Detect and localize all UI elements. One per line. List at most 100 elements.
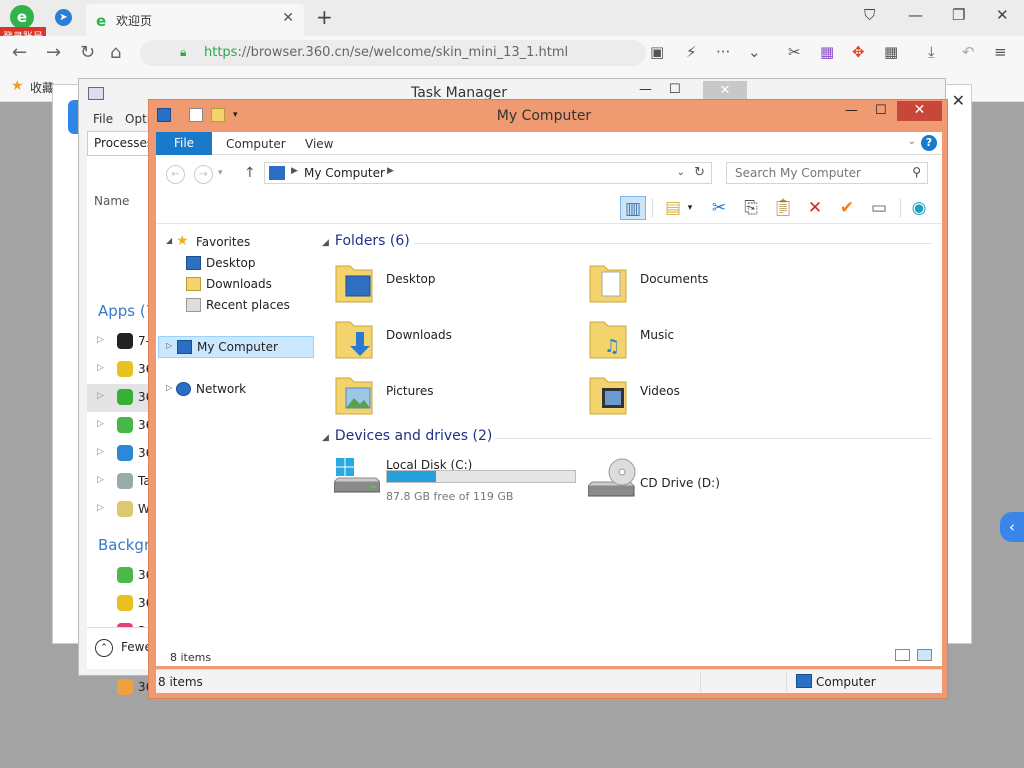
more-icon[interactable]: ··· xyxy=(716,43,730,61)
process-row[interactable]: ▷ 36 xyxy=(87,412,157,440)
folder-item[interactable]: Downloads xyxy=(334,314,574,364)
drive-c-usage-bar xyxy=(386,470,576,483)
process-row[interactable]: 36 xyxy=(87,562,157,590)
tm-minimize-icon[interactable]: — xyxy=(639,82,652,97)
expand-icon[interactable]: ▷ xyxy=(166,341,172,350)
breadcrumb[interactable]: My Computer xyxy=(304,166,385,180)
translate-ext-icon[interactable]: ▦ xyxy=(820,43,834,61)
tm-menu-options[interactable]: Opti xyxy=(125,112,150,126)
breadcrumb-chevron-icon[interactable]: ▶ xyxy=(291,166,298,176)
fewer-details-button[interactable]: ⌃ Fewe xyxy=(87,627,157,667)
browser-tab-welcome[interactable]: e 欢迎页 ✕ xyxy=(86,4,304,36)
nav-item-favorites[interactable]: ◢ ★ Favorites xyxy=(156,232,312,252)
navigation-pane: ◢ ★ Favorites Desktop Downloads Recent p… xyxy=(156,224,314,666)
tab-computer[interactable]: Computer xyxy=(226,137,286,151)
folder-item[interactable]: Documents xyxy=(588,258,828,308)
details-view-icon[interactable] xyxy=(895,649,910,661)
nav-item-downloads[interactable]: Downloads xyxy=(156,274,312,294)
translate-icon[interactable]: ▣ xyxy=(650,43,664,61)
search-icon[interactable]: ⚲ xyxy=(912,165,921,179)
forward-button[interactable]: → xyxy=(194,165,213,184)
game-icon[interactable]: ✥ xyxy=(852,43,865,61)
column-name[interactable]: Name xyxy=(94,194,129,208)
dialog-close-icon[interactable]: ✕ xyxy=(952,91,965,110)
shell-icon[interactable]: ◉ xyxy=(906,196,932,220)
download-icon[interactable]: ⤓ xyxy=(928,43,935,61)
breadcrumb-chevron-icon[interactable]: ▶ xyxy=(387,166,394,176)
refresh-icon[interactable]: ↻ xyxy=(694,165,705,180)
tm-menu-file[interactable]: File xyxy=(93,112,113,126)
large-icons-view-icon[interactable] xyxy=(917,649,932,661)
ribbon-expand-icon[interactable]: ⌄ xyxy=(908,136,916,147)
recent-locations-icon[interactable]: ▾ xyxy=(218,168,223,178)
new-tab-button[interactable]: + xyxy=(316,5,333,29)
lightning-icon[interactable]: ⚡︎ xyxy=(686,43,697,61)
process-row[interactable]: 36 xyxy=(87,674,157,702)
process-row[interactable]: ▷ W xyxy=(87,496,157,524)
close-icon[interactable]: ✕ xyxy=(996,6,1009,24)
back-button[interactable]: ← xyxy=(166,165,185,184)
minimize-icon[interactable]: — xyxy=(845,103,858,118)
expand-icon[interactable]: ▷ xyxy=(166,383,172,392)
expand-icon[interactable]: ◢ xyxy=(166,236,172,245)
shirt-skin-icon[interactable]: ⛉ xyxy=(864,6,875,24)
paste-icon[interactable]: 📋︎ xyxy=(770,196,796,220)
address-bar[interactable]: ▶ My Computer ▶ ⌄ ↻ xyxy=(264,162,712,184)
rename-icon[interactable]: ▭ xyxy=(866,196,892,220)
videos-folder-icon xyxy=(588,370,628,416)
side-collapse-icon[interactable]: ‹ xyxy=(1000,512,1024,542)
tab-view[interactable]: View xyxy=(305,137,333,151)
process-row[interactable]: ▷ 36 xyxy=(87,440,157,468)
tm-maximize-icon[interactable]: ☐ xyxy=(669,82,681,97)
nav-item-recent-places[interactable]: Recent places xyxy=(156,295,312,315)
telegram-icon[interactable]: ➤ xyxy=(55,9,72,26)
checkmark-icon[interactable]: ✔ xyxy=(834,196,860,220)
apps-grid-icon[interactable]: ▦ xyxy=(884,43,898,61)
maximize-icon[interactable]: ☐ xyxy=(875,103,887,118)
browser-logo-icon[interactable]: e xyxy=(10,5,34,29)
dropdown-icon[interactable]: ▾ xyxy=(684,196,696,220)
back-icon[interactable]: ← xyxy=(12,42,27,63)
reload-icon[interactable]: ↻ xyxy=(80,42,95,63)
help-icon[interactable]: ? xyxy=(921,135,937,151)
folder-item[interactable]: Videos xyxy=(588,370,828,420)
folder-check-icon[interactable]: ▤ xyxy=(660,196,686,220)
process-row[interactable]: ▷ 36 xyxy=(87,384,157,412)
minimize-icon[interactable]: — xyxy=(908,6,923,24)
chevron-down-icon[interactable]: ⌄ xyxy=(748,43,761,61)
scissors-icon[interactable]: ✂ xyxy=(706,196,732,220)
address-bar[interactable]: 🔒︎ https://browser.360.cn/se/welcome/ski… xyxy=(140,40,646,66)
command-bar: ▥ ▤ ▾ ✂ ⎘ 📋︎ ✕ ✔ ▭ ◉ xyxy=(156,192,942,224)
address-dropdown-icon[interactable]: ⌄ xyxy=(677,167,685,178)
search-input[interactable]: Search My Computer ⚲ xyxy=(726,162,928,184)
group-header-folders[interactable]: ◢ Folders (6) xyxy=(322,233,410,249)
process-row[interactable]: 36 xyxy=(87,590,157,618)
menu-icon[interactable]: ≡ xyxy=(994,43,1007,61)
home-icon[interactable]: ⌂ xyxy=(110,42,121,63)
close-button[interactable]: ✕ xyxy=(897,101,942,121)
nav-item-network[interactable]: ▷ Network xyxy=(156,379,312,399)
process-row[interactable]: ▷ 36 xyxy=(87,356,157,384)
forward-icon[interactable]: → xyxy=(46,42,61,63)
restore-icon[interactable]: ❐ xyxy=(952,6,965,24)
tm-close-button[interactable]: ✕ xyxy=(703,81,747,100)
process-row[interactable]: ▷ Ta xyxy=(87,468,157,496)
bookmarks-label[interactable]: 收藏 xyxy=(30,79,54,96)
nav-item-desktop[interactable]: Desktop xyxy=(156,253,312,273)
delete-icon[interactable]: ✕ xyxy=(802,196,828,220)
tab-file[interactable]: File xyxy=(156,132,212,155)
folder-item[interactable]: ♫ Music xyxy=(588,314,828,364)
undo-icon[interactable]: ↶ xyxy=(962,43,975,61)
status-location: Computer xyxy=(816,675,876,689)
tab-close-icon[interactable]: ✕ xyxy=(282,10,294,26)
tab-processes[interactable]: Processes xyxy=(87,131,155,155)
nav-item-my-computer[interactable]: ▷ My Computer xyxy=(158,336,314,358)
group-header-devices[interactable]: ◢ Devices and drives (2) xyxy=(322,428,492,444)
up-arrow-icon[interactable]: ↑ xyxy=(244,165,256,181)
folder-item[interactable]: Pictures xyxy=(334,370,574,420)
copy-icon[interactable]: ⎘ xyxy=(738,196,764,220)
folder-item[interactable]: Desktop xyxy=(334,258,574,308)
preview-pane-icon[interactable]: ▥ xyxy=(620,196,646,220)
scissors-icon[interactable]: ✂ xyxy=(788,43,801,61)
process-row[interactable]: ▷ 7- xyxy=(87,328,157,356)
